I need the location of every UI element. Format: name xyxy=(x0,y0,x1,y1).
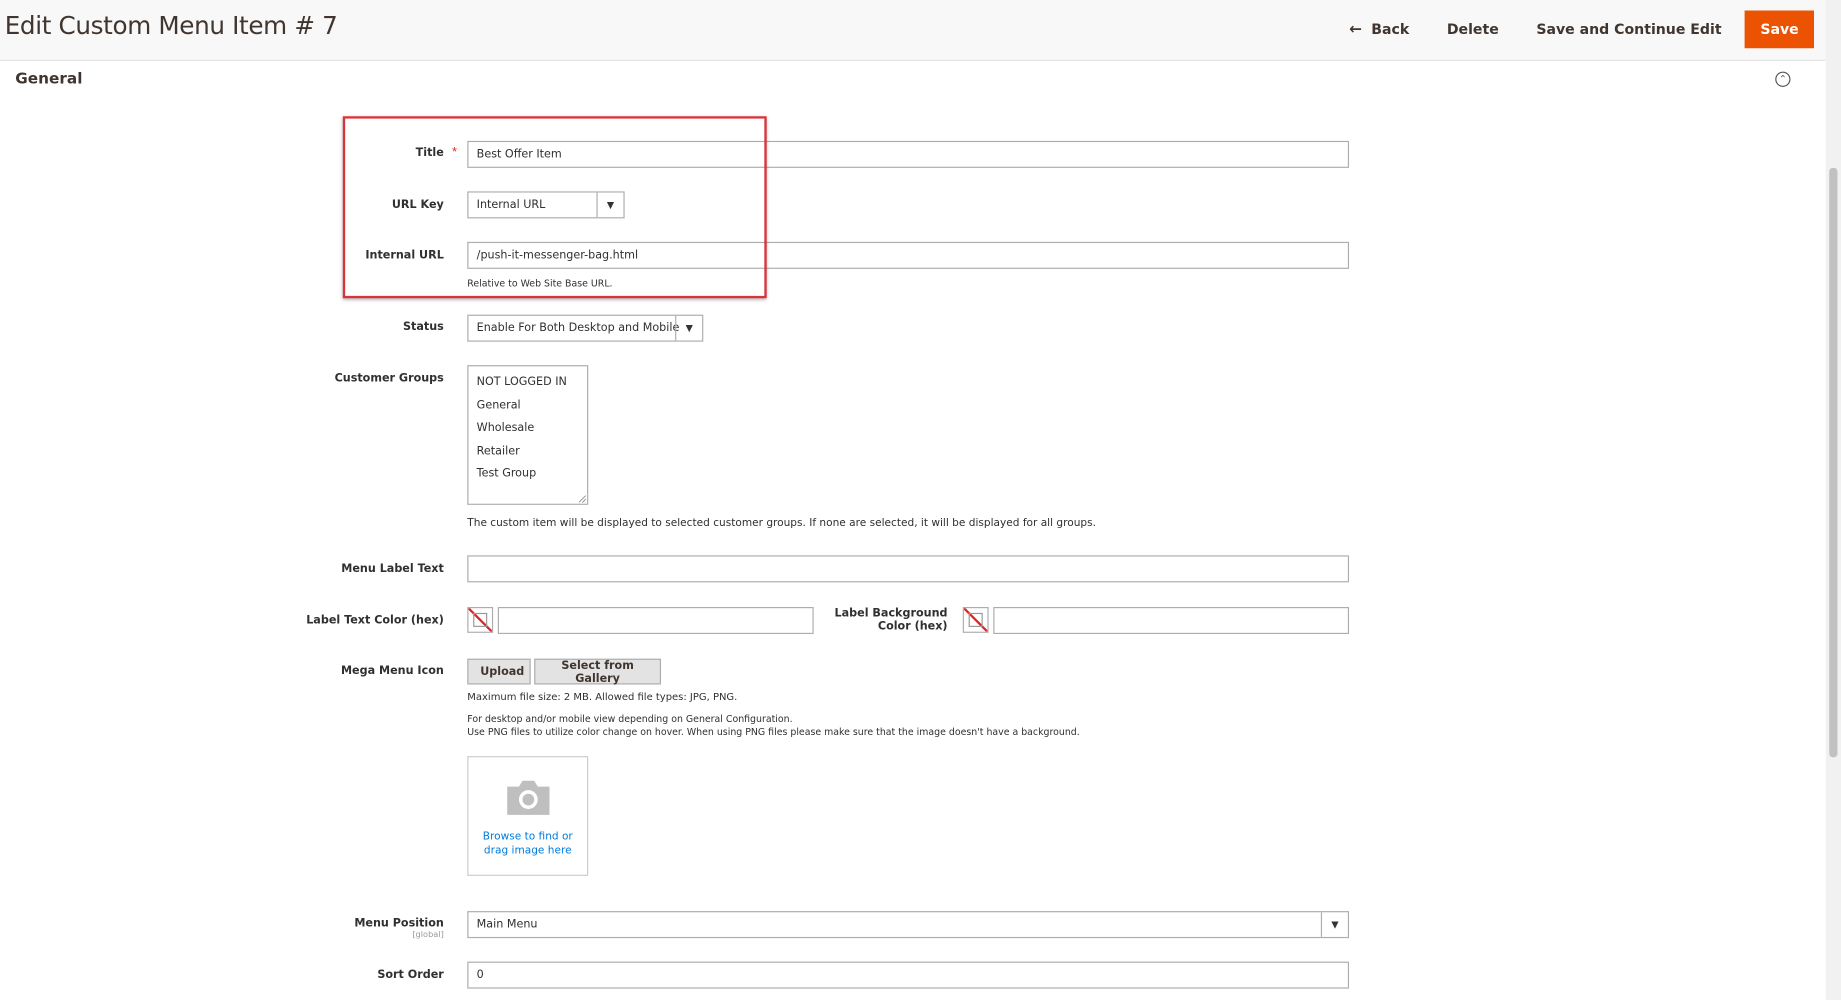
select-from-gallery-button[interactable]: Select from Gallery xyxy=(534,658,662,686)
label-bg-line1: Label Background xyxy=(834,607,948,620)
status-select[interactable]: Enable For Both Desktop and Mobile ▼ xyxy=(467,314,704,342)
menu-position-value: Main Menu xyxy=(476,918,538,932)
menu-position-select[interactable]: Main Menu ▼ xyxy=(467,911,1350,939)
label-text-color-label: Label Text Color (hex) xyxy=(306,614,444,627)
color-picker-swatch-icon[interactable] xyxy=(467,607,494,633)
upload-button[interactable]: Upload xyxy=(467,658,531,685)
save-and-continue-button[interactable]: Save and Continue Edit xyxy=(1536,11,1721,49)
highlight-box xyxy=(342,116,767,299)
customer-group-option[interactable]: Retailer xyxy=(468,440,587,463)
drop-text-line2: drag image here xyxy=(483,845,572,858)
label-text-color-input[interactable] xyxy=(497,607,814,635)
status-label: Status xyxy=(402,320,444,334)
icon-view-note: For desktop and/or mobile view depending… xyxy=(467,713,793,725)
customer-group-option[interactable]: General xyxy=(468,394,587,417)
customer-groups-label: Customer Groups xyxy=(334,372,444,386)
customer-group-option[interactable]: NOT LOGGED IN xyxy=(468,371,587,394)
drop-text-line1: Browse to find or xyxy=(482,831,573,844)
arrow-left-icon: ← xyxy=(1349,20,1362,39)
page-header: Edit Custom Menu Item # 7 ← Back Delete … xyxy=(0,0,1826,62)
menu-position-label: Menu Position xyxy=(354,916,444,930)
status-value: Enable For Both Desktop and Mobile xyxy=(476,321,680,335)
section-title-general[interactable]: General xyxy=(15,70,82,88)
customer-group-option[interactable]: Test Group xyxy=(468,463,587,486)
icon-png-note: Use PNG files to utilize color change on… xyxy=(467,726,1080,738)
image-dropzone[interactable]: Browse to find or drag image here xyxy=(467,756,589,876)
back-button[interactable]: ← Back xyxy=(1349,11,1409,49)
label-bg-line2: Color (hex) xyxy=(877,619,948,633)
page-title: Edit Custom Menu Item # 7 xyxy=(4,11,338,40)
color-picker-swatch-icon[interactable] xyxy=(962,607,989,633)
scrollbar-thumb[interactable] xyxy=(1829,167,1838,758)
label-background-color-label: Label Background Color (hex) xyxy=(807,607,948,633)
back-label: Back xyxy=(1371,21,1410,38)
caret-down-icon: ▼ xyxy=(1320,912,1348,937)
resize-grip-icon[interactable] xyxy=(578,495,586,503)
label-background-color-input[interactable] xyxy=(993,607,1350,635)
save-button[interactable]: Save xyxy=(1745,10,1814,49)
page-actions: ← Back Delete Save and Continue Edit Sav… xyxy=(1312,10,1826,49)
menu-label-text-input[interactable] xyxy=(467,555,1350,583)
caret-down-icon: ▼ xyxy=(675,315,702,341)
page: Edit Custom Menu Item # 7 ← Back Delete … xyxy=(0,0,1841,1000)
file-size-note: Maximum file size: 2 MB. Allowed file ty… xyxy=(467,691,738,704)
mega-menu-icon-label: Mega Menu Icon xyxy=(340,664,444,678)
sort-order-input[interactable]: 0 xyxy=(467,961,1350,989)
scope-global-label: [global] xyxy=(412,929,444,940)
menu-label-text-label: Menu Label Text xyxy=(341,562,444,576)
delete-button[interactable]: Delete xyxy=(1447,11,1499,49)
customer-groups-note: The custom item will be displayed to sel… xyxy=(467,517,1096,530)
customer-groups-multiselect[interactable]: NOT LOGGED IN General Wholesale Retailer… xyxy=(467,365,589,505)
sort-order-label: Sort Order xyxy=(377,968,444,982)
dropzone-text[interactable]: Browse to find or drag image here xyxy=(473,830,582,858)
collapse-up-icon[interactable]: ⌃ xyxy=(1775,71,1791,87)
customer-group-option[interactable]: Wholesale xyxy=(468,417,587,440)
camera-icon xyxy=(507,780,550,815)
